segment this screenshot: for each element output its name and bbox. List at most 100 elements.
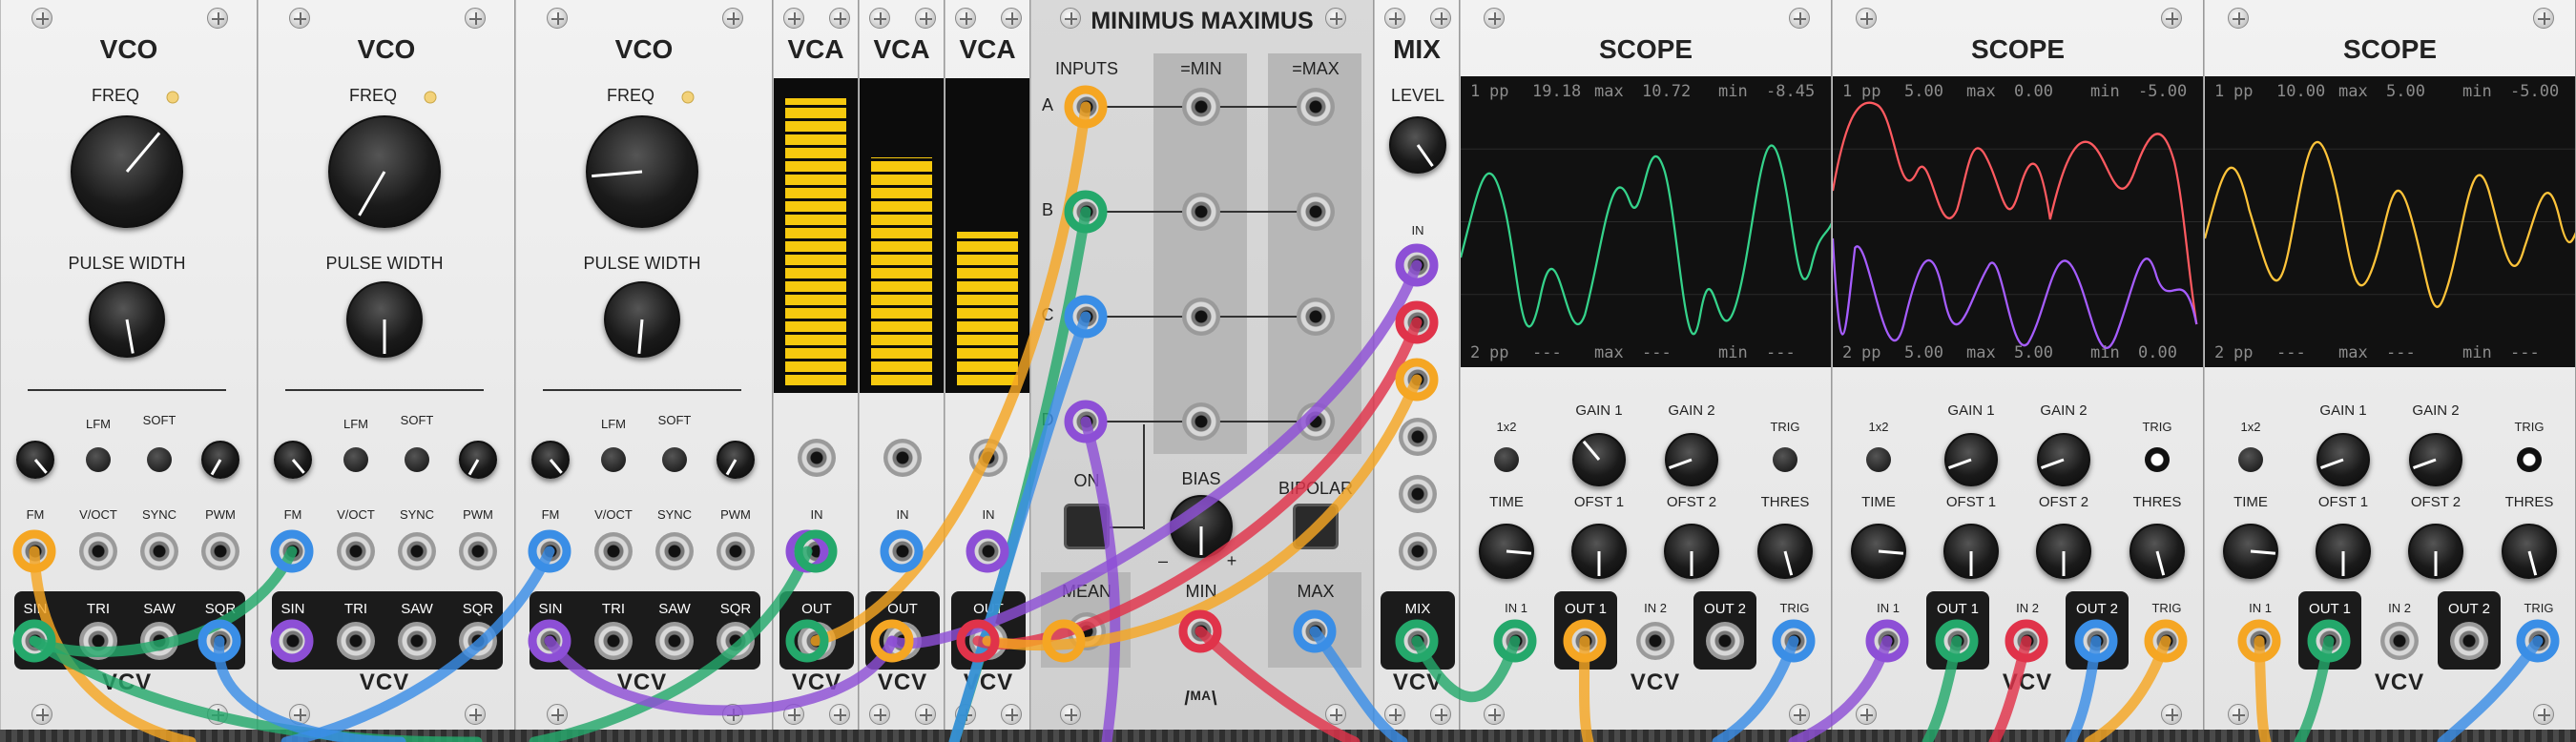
soft-button[interactable] (147, 447, 172, 472)
pwm-attenuator-knob[interactable] (717, 441, 755, 479)
saw-output[interactable] (655, 622, 694, 660)
mix-input-5[interactable] (1399, 475, 1437, 513)
trig-input[interactable] (2520, 622, 2558, 660)
lfm-button[interactable] (343, 447, 368, 472)
cv-input[interactable] (883, 439, 922, 477)
freq-knob[interactable] (71, 115, 183, 228)
time-knob[interactable] (2223, 524, 2278, 579)
tri-output[interactable] (79, 622, 117, 660)
fm-attenuator-knob[interactable] (531, 441, 570, 479)
gain2-knob[interactable] (2037, 433, 2090, 486)
tri-output[interactable] (337, 622, 375, 660)
pwm-input[interactable] (459, 532, 497, 570)
pulse-width-knob[interactable] (346, 281, 423, 358)
voct-input[interactable] (79, 532, 117, 570)
out2-output[interactable] (1706, 622, 1744, 660)
lfm-button[interactable] (601, 447, 626, 472)
thres-knob[interactable] (2129, 524, 2185, 579)
sync-input[interactable] (398, 532, 436, 570)
bipolar-button[interactable] (1293, 504, 1339, 549)
tri-output[interactable] (594, 622, 633, 660)
cv-input[interactable] (798, 439, 836, 477)
sync-input[interactable] (140, 532, 178, 570)
ofst2-knob[interactable] (2408, 524, 2463, 579)
x1x2-button[interactable] (1866, 447, 1891, 472)
time-knob[interactable] (1851, 524, 1906, 579)
gain1-knob[interactable] (1572, 433, 1626, 486)
min-out-d[interactable] (1182, 402, 1220, 441)
gain2-knob[interactable] (1665, 433, 1718, 486)
in-input[interactable] (883, 532, 922, 570)
sync-input[interactable] (655, 532, 694, 570)
out1-output[interactable] (2311, 622, 2349, 660)
min-out-a[interactable] (1182, 88, 1220, 126)
soft-button[interactable] (662, 447, 687, 472)
trig-input[interactable] (2148, 622, 2186, 660)
pulse-width-knob[interactable] (89, 281, 165, 358)
mix-input-6[interactable] (1399, 532, 1437, 570)
out1-output[interactable] (1567, 622, 1605, 660)
pwm-input[interactable] (717, 532, 755, 570)
in1-input[interactable] (1869, 622, 1907, 660)
out-output[interactable] (969, 622, 1008, 660)
sin-output[interactable] (274, 622, 312, 660)
sin-output[interactable] (531, 622, 570, 660)
input-b[interactable] (1068, 193, 1106, 231)
in1-input[interactable] (1497, 622, 1535, 660)
mix-output[interactable] (1399, 622, 1437, 660)
max-out-b[interactable] (1297, 193, 1335, 231)
pwm-attenuator-knob[interactable] (201, 441, 239, 479)
pwm-attenuator-knob[interactable] (459, 441, 497, 479)
in-input[interactable] (969, 532, 1008, 570)
mix-input-1[interactable] (1399, 246, 1437, 284)
fm-attenuator-knob[interactable] (16, 441, 54, 479)
ofst2-knob[interactable] (1664, 524, 1719, 579)
gain1-knob[interactable] (2316, 433, 2370, 486)
freq-knob[interactable] (328, 115, 441, 228)
level-knob[interactable] (1389, 116, 1446, 174)
in2-input[interactable] (1636, 622, 1674, 660)
thres-knob[interactable] (1757, 524, 1813, 579)
on-button[interactable] (1064, 504, 1110, 549)
input-c[interactable] (1068, 298, 1106, 336)
mix-input-3[interactable] (1399, 361, 1437, 399)
fm-attenuator-knob[interactable] (274, 441, 312, 479)
fm-input[interactable] (531, 532, 570, 570)
gain1-knob[interactable] (1944, 433, 1998, 486)
input-d[interactable] (1068, 402, 1106, 441)
ofst1-knob[interactable] (1943, 524, 1999, 579)
voct-input[interactable] (337, 532, 375, 570)
soft-button[interactable] (405, 447, 429, 472)
mix-input-4[interactable] (1399, 418, 1437, 456)
ofst1-knob[interactable] (1571, 524, 1627, 579)
min-out-c[interactable] (1182, 298, 1220, 336)
sqr-output[interactable] (459, 622, 497, 660)
out2-output[interactable] (2450, 622, 2488, 660)
out1-output[interactable] (1939, 622, 1977, 660)
min-output[interactable] (1182, 612, 1220, 650)
cv-input[interactable] (969, 439, 1008, 477)
trig-button[interactable] (2145, 447, 2170, 472)
ofst2-knob[interactable] (2036, 524, 2091, 579)
trig-button[interactable] (2517, 447, 2542, 472)
sqr-output[interactable] (201, 622, 239, 660)
x1x2-button[interactable] (2238, 447, 2263, 472)
input-a[interactable] (1068, 88, 1106, 126)
fm-input[interactable] (16, 532, 54, 570)
max-output[interactable] (1297, 612, 1335, 650)
max-out-d[interactable] (1297, 402, 1335, 441)
lfm-button[interactable] (86, 447, 111, 472)
ofst1-knob[interactable] (2316, 524, 2371, 579)
fm-input[interactable] (274, 532, 312, 570)
voct-input[interactable] (594, 532, 633, 570)
bias-knob[interactable] (1170, 495, 1233, 558)
max-out-c[interactable] (1297, 298, 1335, 336)
trig-button[interactable] (1773, 447, 1797, 472)
in2-input[interactable] (2008, 622, 2046, 660)
out2-output[interactable] (2078, 622, 2116, 660)
trig-input[interactable] (1776, 622, 1814, 660)
pulse-width-knob[interactable] (604, 281, 680, 358)
mix-input-2[interactable] (1399, 303, 1437, 341)
sin-output[interactable] (16, 622, 54, 660)
saw-output[interactable] (398, 622, 436, 660)
